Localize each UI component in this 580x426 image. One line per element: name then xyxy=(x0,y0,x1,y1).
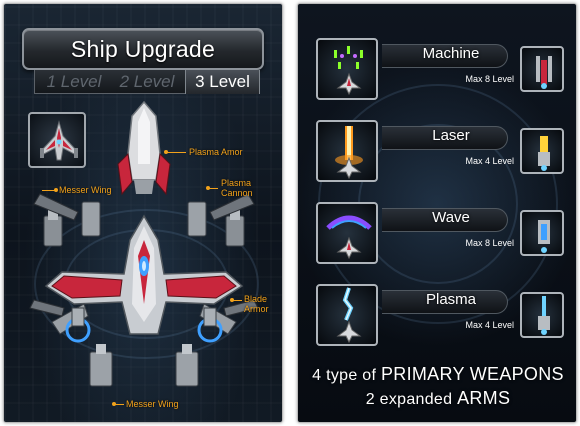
weapon-max-wave: Max 8 Level xyxy=(465,238,514,248)
weapon-name-wave: Wave xyxy=(432,209,470,226)
weapon-row-plasma[interactable]: Plasma Max 4 Level xyxy=(316,282,566,348)
footer-line-2: 2 expanded ARMS xyxy=(365,388,511,408)
weapon-name-machine: Machine xyxy=(422,45,480,62)
weapon-name-plasma: Plasma xyxy=(425,291,477,308)
wave-arm-box[interactable] xyxy=(520,210,564,256)
label-plasma-cannon: Plasma Cannon xyxy=(221,178,253,198)
wave-shot-icon xyxy=(326,215,372,260)
machine-arm-icon xyxy=(536,56,552,89)
machine-effect-box[interactable] xyxy=(316,38,378,100)
ship-upgrade-screenshot: Ship Upgrade 1 Level 2 Level 3 Level Pla… xyxy=(3,3,283,423)
lead-dot-messer-wing-top xyxy=(54,188,58,192)
label-plasma-armor: Plasma Amor xyxy=(189,147,243,157)
weapon-row-machine[interactable]: Machine Max 8 Level xyxy=(316,36,566,102)
lead-dot-plasma-cannon xyxy=(206,186,210,190)
plasma-beam-icon xyxy=(336,287,362,344)
weapon-row-wave[interactable]: Wave Max 8 Level xyxy=(316,200,566,266)
laser-beam-icon xyxy=(335,126,363,180)
footer-line-1: 4 type of PRIMARY WEAPONS xyxy=(312,364,564,384)
weapon-max-plasma: Max 4 Level xyxy=(465,320,514,330)
primary-weapons-screenshot: Machine Max 8 Level Laser Max 4 Level Wa… xyxy=(297,3,577,423)
machine-arm-box[interactable] xyxy=(520,46,564,92)
wave-arm-icon xyxy=(538,220,550,253)
lead-plasma-armor xyxy=(166,152,186,153)
plasma-effect-box[interactable] xyxy=(316,284,378,346)
laser-arm-box[interactable] xyxy=(520,128,564,174)
weapon-row-laser[interactable]: Laser Max 4 Level xyxy=(316,118,566,184)
plasma-arm-icon xyxy=(538,296,550,335)
label-messer-wing-top: Messer Wing xyxy=(59,185,112,195)
label-blade-armor: Blade Armor xyxy=(244,294,269,314)
laser-arm-icon xyxy=(538,136,550,171)
laser-effect-box[interactable] xyxy=(316,120,378,182)
plasma-arm-box[interactable] xyxy=(520,292,564,338)
weapon-max-laser: Max 4 Level xyxy=(465,156,514,166)
lead-dot-blade-armor xyxy=(230,298,234,302)
wave-effect-box[interactable] xyxy=(316,202,378,264)
plasma-armor-part xyxy=(117,100,171,196)
lead-dot-messer-wing-bottom xyxy=(112,402,116,406)
label-messer-wing-bottom: Messer Wing xyxy=(126,399,179,409)
machine-gun-icon xyxy=(334,46,363,96)
lead-dot-plasma-armor xyxy=(164,150,168,154)
weapon-name-laser: Laser xyxy=(432,127,470,144)
upgraded-ship-illustration xyxy=(29,100,259,387)
weapon-max-machine: Max 8 Level xyxy=(465,74,514,84)
